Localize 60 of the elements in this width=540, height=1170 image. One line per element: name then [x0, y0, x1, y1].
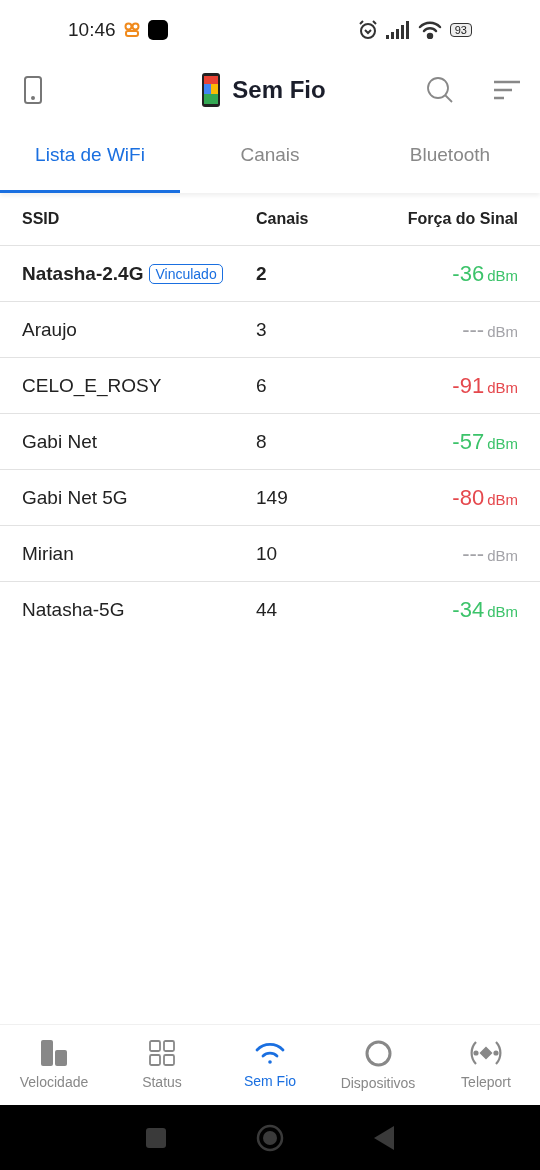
signal-value: -80 — [452, 484, 485, 511]
back-icon[interactable] — [374, 1125, 394, 1150]
signal-icon — [385, 21, 410, 39]
home-icon[interactable] — [256, 1123, 284, 1152]
linked-badge: Vinculado — [149, 263, 223, 284]
tab[interactable]: Lista de WiFi — [0, 120, 180, 193]
column-header: Força do Sinal — [406, 210, 518, 228]
teleport-icon — [470, 1040, 502, 1066]
ssid-text: Mirian — [22, 542, 74, 565]
channel-text: 3 — [256, 318, 268, 341]
status-time: 10:46 — [68, 19, 116, 41]
signal-value: -91 — [452, 372, 485, 399]
square-icon — [147, 20, 168, 40]
channel-text: 6 — [256, 374, 268, 397]
nav-item[interactable]: Dispositivos — [324, 1025, 432, 1105]
sort-icon[interactable] — [494, 80, 520, 100]
ssid-text: Natasha-5G — [22, 598, 125, 621]
ssid-text: CELO_E_ROSY — [22, 374, 162, 397]
ssid-text: Gabi Net 5G — [22, 486, 128, 509]
signal-unit: dBm — [487, 434, 518, 452]
column-header: SSID — [22, 210, 61, 228]
grid-icon — [149, 1040, 175, 1066]
app-notification-icon — [123, 22, 140, 38]
channel-text: 149 — [256, 486, 289, 509]
ssid-text: Natasha-2.4G — [22, 262, 144, 285]
signal-value: -57 — [452, 428, 485, 455]
channel-text: 44 — [256, 598, 279, 621]
signal-value: --- — [462, 316, 485, 343]
nav-item[interactable]: Teleport — [432, 1025, 540, 1105]
battery-indicator: 93 — [449, 23, 472, 37]
signal-unit: dBm — [487, 322, 518, 340]
phone-icon[interactable] — [24, 76, 42, 104]
signal-unit: dBm — [487, 546, 518, 564]
alarm-icon — [357, 20, 378, 40]
signal-value: -34 — [452, 596, 485, 623]
ssid-text: Gabi Net — [22, 430, 97, 453]
nav-item[interactable]: Sem Fio — [216, 1025, 324, 1105]
nav-item[interactable]: Velocidade — [0, 1025, 108, 1105]
signal-value: -36 — [452, 260, 485, 287]
column-header: Canais — [256, 210, 310, 228]
signal-value: --- — [462, 540, 485, 567]
wifi-icon — [417, 21, 442, 39]
phone-logo-icon — [202, 73, 221, 107]
channel-text: 2 — [256, 262, 268, 285]
bar-chart-icon — [41, 1040, 67, 1066]
signal-unit: dBm — [487, 266, 518, 284]
ssid-text: Araujo — [22, 318, 77, 341]
tab[interactable]: Canais — [180, 120, 360, 193]
signal-unit: dBm — [487, 378, 518, 396]
channel-text: 8 — [256, 430, 268, 453]
channel-text: 10 — [256, 542, 279, 565]
search-icon[interactable] — [426, 76, 454, 104]
tab[interactable]: Bluetooth — [360, 120, 540, 193]
nav-item[interactable]: Status — [108, 1025, 216, 1105]
recents-icon[interactable] — [146, 1127, 166, 1148]
wifi-icon — [255, 1041, 285, 1065]
app-title: Sem Fio — [232, 76, 326, 104]
signal-unit: dBm — [487, 602, 518, 620]
signal-unit: dBm — [487, 490, 518, 508]
circle-icon — [364, 1039, 392, 1067]
